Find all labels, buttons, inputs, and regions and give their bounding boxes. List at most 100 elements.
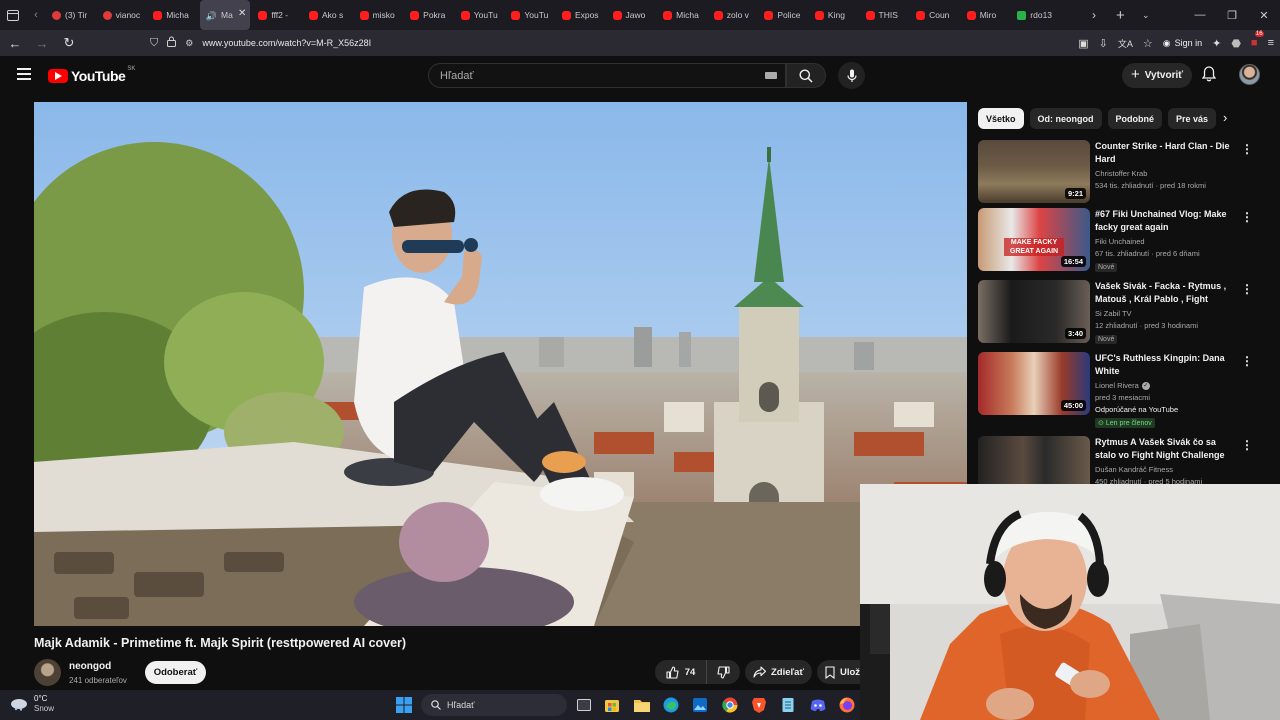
search-input[interactable]: [440, 69, 750, 82]
video-thumbnail[interactable]: 45:00: [978, 352, 1090, 415]
close-tab-icon[interactable]: ✕: [238, 8, 246, 19]
bookmark-star-icon[interactable]: ☆: [1143, 37, 1153, 50]
like-button[interactable]: 74: [655, 660, 707, 684]
youtube-logo[interactable]: YouTube SK: [48, 66, 135, 84]
browser-tab[interactable]: Ako s: [303, 0, 354, 30]
browser-tab[interactable]: Pokra: [404, 0, 455, 30]
video-title-link[interactable]: #67 Fiki Unchained Vlog: Make facky grea…: [1095, 208, 1233, 234]
filter-chip[interactable]: Všetko: [978, 108, 1024, 129]
file-explorer-icon[interactable]: [632, 695, 652, 715]
browser-tab[interactable]: rdo13: [1011, 0, 1062, 30]
photos-app-icon[interactable]: [690, 695, 710, 715]
recommended-video[interactable]: Rytmus A Vašek Sivák čo sa stalo vo Figh…: [978, 436, 1253, 485]
weather-widget[interactable]: 0°C Snow: [10, 694, 54, 714]
channel-name[interactable]: neongod: [69, 661, 111, 672]
share-button[interactable]: Zdieľať: [745, 660, 812, 684]
browser-tab[interactable]: Jawo: [607, 0, 658, 30]
save-to-pocket-icon[interactable]: ⇩: [1099, 37, 1108, 50]
browser-tab[interactable]: Miro: [961, 0, 1012, 30]
ublock-icon[interactable]: ⬣: [1231, 37, 1241, 50]
video-thumbnail[interactable]: [978, 436, 1090, 485]
lock-icon[interactable]: [167, 36, 177, 50]
browser-tab[interactable]: Expos: [556, 0, 607, 30]
notepad-icon[interactable]: [778, 695, 798, 715]
translate-icon[interactable]: 文A: [1118, 37, 1133, 50]
windows-start-icon[interactable]: [394, 695, 414, 715]
dislike-button[interactable]: [707, 660, 740, 684]
minimize-icon[interactable]: —: [1184, 9, 1216, 21]
recommended-video[interactable]: 45:00 UFC's Ruthless Kingpin: Dana White L…: [978, 352, 1253, 436]
keyboard-icon[interactable]: [765, 72, 777, 79]
scroll-tabs-left-icon[interactable]: ‹: [26, 0, 46, 30]
video-channel[interactable]: Dušan Kandráč Fitness: [1095, 465, 1233, 474]
video-channel[interactable]: Christoffer Krab: [1095, 169, 1233, 178]
guide-menu-icon[interactable]: [17, 68, 31, 80]
browser-tab[interactable]: vianoc: [97, 0, 148, 30]
edge-browser-icon[interactable]: [661, 695, 681, 715]
browser-tab[interactable]: 🔊 Ma ✕: [199, 0, 251, 30]
browser-tab[interactable]: Micha: [147, 0, 198, 30]
close-window-icon[interactable]: ✕: [1248, 9, 1280, 22]
voice-search-button[interactable]: [838, 62, 865, 89]
video-thumbnail[interactable]: 3:40: [978, 280, 1090, 343]
more-actions-icon[interactable]: ⋮: [1241, 142, 1253, 156]
discord-icon[interactable]: [808, 695, 828, 715]
menu-icon[interactable]: ≡: [1268, 37, 1274, 49]
sign-in-button[interactable]: ◉ Sign in: [1163, 38, 1202, 49]
taskbar-search[interactable]: Hľadať: [421, 694, 567, 716]
reload-icon[interactable]: ↻: [57, 31, 81, 55]
filter-chip[interactable]: Od: neongod: [1029, 108, 1102, 129]
new-tab-button[interactable]: +: [1116, 0, 1125, 30]
video-player[interactable]: [34, 102, 967, 626]
back-icon[interactable]: ←: [3, 31, 27, 55]
browser-tab[interactable]: YouTu: [505, 0, 556, 30]
video-title-link[interactable]: UFC's Ruthless Kingpin: Dana White: [1095, 352, 1233, 378]
video-title-link[interactable]: Counter Strike - Hard Clan - Die Hard: [1095, 140, 1233, 166]
recommended-video[interactable]: 3:40 Vašek Sivák - Facka - Rytmus , Matou…: [978, 280, 1253, 352]
tracking-shield-icon[interactable]: ⛉: [150, 37, 158, 50]
browser-tab[interactable]: YouTu: [455, 0, 506, 30]
more-actions-icon[interactable]: ⋮: [1241, 210, 1253, 224]
channel-avatar[interactable]: [34, 659, 61, 686]
recommended-video[interactable]: 9:21 Counter Strike - Hard Clan - Die Har…: [978, 140, 1253, 208]
picture-in-picture-icon[interactable]: ▣: [1078, 37, 1088, 50]
brave-browser-icon[interactable]: [749, 695, 769, 715]
browser-tab[interactable]: Police: [758, 0, 809, 30]
video-title-link[interactable]: Rytmus A Vašek Sivák čo sa stalo vo Figh…: [1095, 436, 1233, 462]
search-button[interactable]: [786, 63, 826, 88]
browser-tab[interactable]: zolo v: [708, 0, 759, 30]
more-actions-icon[interactable]: ⋮: [1241, 438, 1253, 452]
microsoft-store-icon[interactable]: [602, 695, 622, 715]
video-channel[interactable]: Lionel Rivera ✓: [1095, 381, 1233, 390]
more-actions-icon[interactable]: ⋮: [1241, 282, 1253, 296]
filter-chip[interactable]: Pre vás: [1168, 108, 1217, 129]
browser-tab[interactable]: Coun: [910, 0, 961, 30]
video-title-link[interactable]: Vašek Sivák - Facka - Rytmus , Matouš , …: [1095, 280, 1233, 306]
scroll-tabs-right-icon[interactable]: ›: [1092, 0, 1096, 30]
extension-badge-icon[interactable]: ■ 16: [1251, 31, 1264, 49]
task-view-icon[interactable]: [574, 695, 594, 715]
browser-tab[interactable]: (3) Tir: [46, 0, 97, 30]
notifications-bell-icon[interactable]: [1201, 66, 1217, 85]
browser-tab[interactable]: THIS: [860, 0, 911, 30]
tab-overview-icon[interactable]: [0, 0, 26, 30]
forward-icon[interactable]: →: [30, 31, 54, 55]
firefox-icon[interactable]: [837, 695, 857, 715]
user-avatar[interactable]: [1239, 64, 1260, 85]
address-bar[interactable]: ⛉ ⚙ www.youtube.com/watch?v=M-R_X56z28I: [150, 33, 1050, 53]
create-button[interactable]: + Vytvoriť: [1122, 63, 1192, 88]
maximize-icon[interactable]: ❐: [1216, 9, 1248, 22]
list-all-tabs-icon[interactable]: ⌄: [1142, 0, 1150, 30]
recommended-video[interactable]: MAKE FACKY GREAT AGAIN 16:54 #67 Fiki Unch…: [978, 208, 1253, 280]
video-thumbnail[interactable]: 9:21: [978, 140, 1090, 203]
subscribe-button[interactable]: Odoberať: [145, 661, 206, 684]
browser-tab[interactable]: Micha: [657, 0, 708, 30]
browser-tab[interactable]: King: [809, 0, 860, 30]
browser-tab[interactable]: misko: [354, 0, 405, 30]
browser-tab[interactable]: fff2 -: [252, 0, 303, 30]
chips-next-icon[interactable]: ›: [1223, 110, 1227, 125]
filter-chip[interactable]: Podobné: [1107, 108, 1163, 129]
extensions-icon[interactable]: ✦: [1212, 37, 1221, 50]
chrome-icon[interactable]: [720, 695, 740, 715]
permissions-icon[interactable]: ⚙: [185, 38, 193, 49]
